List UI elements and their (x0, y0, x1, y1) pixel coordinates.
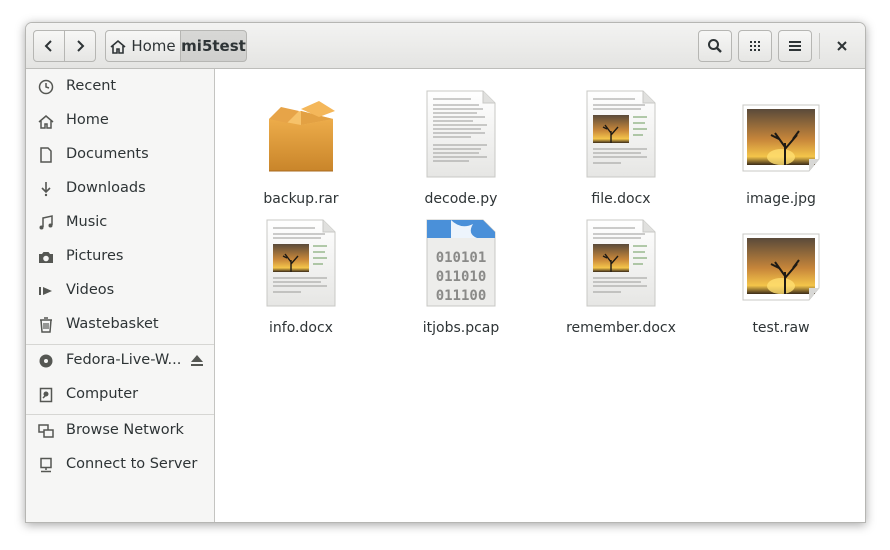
computer-icon (37, 387, 55, 403)
sidebar-item-music[interactable]: Music (26, 208, 214, 238)
file-item-info-docx[interactable]: info.docx (226, 210, 376, 336)
home-icon (37, 113, 55, 129)
sidebar-item-label: Browse Network (66, 422, 184, 438)
hamburger-icon (789, 41, 801, 51)
file-item-remember-docx[interactable]: remember.docx (546, 210, 696, 336)
sidebar-item-home[interactable]: Home (26, 106, 214, 136)
sidebar-item-documents[interactable]: Documents (26, 140, 214, 170)
document-image-icon (586, 90, 656, 178)
binary-line-2: 011010 (436, 269, 487, 285)
sidebar-item-label: Fedora-Live-W... (66, 352, 182, 368)
file-item-file-docx[interactable]: file.docx (546, 81, 696, 207)
file-name: backup.rar (263, 191, 339, 207)
close-button[interactable] (829, 30, 855, 62)
breadcrumb-home-label: Home (131, 37, 176, 55)
document-image-icon (586, 219, 656, 307)
chevron-right-icon (77, 40, 85, 52)
eject-icon[interactable] (190, 354, 204, 371)
search-button[interactable] (698, 30, 732, 62)
search-icon (708, 39, 722, 53)
image-icon (742, 233, 820, 301)
video-icon (37, 283, 55, 299)
sidebar-item-label: Pictures (66, 248, 124, 264)
file-item-test-raw[interactable]: test.raw (706, 210, 856, 336)
breadcrumb-current-label: mi5test (181, 37, 246, 55)
home-icon (110, 39, 126, 54)
sidebar-item-connect-to-server[interactable]: Connect to Server (26, 450, 214, 480)
sidebar-item-label: Downloads (66, 180, 146, 196)
sidebar-item-label: Documents (66, 146, 149, 162)
file-name: image.jpg (746, 191, 816, 207)
disc-icon (37, 353, 55, 369)
file-manager-window: Home mi5test Recent Home Documents Downl… (25, 22, 866, 523)
sidebar-item-fedora-live[interactable]: Fedora-Live-W... (26, 346, 214, 376)
breadcrumb-home[interactable]: Home (105, 30, 181, 62)
sidebar-item-label: Home (66, 112, 109, 128)
file-name: info.docx (269, 320, 333, 336)
chevron-left-icon (44, 40, 52, 52)
grid-icon (750, 41, 760, 51)
sidebar-item-pictures[interactable]: Pictures (26, 242, 214, 272)
download-icon (37, 181, 55, 197)
view-grid-button[interactable] (738, 30, 772, 62)
camera-icon (37, 249, 55, 265)
server-icon (37, 457, 55, 473)
file-item-itjobs-pcap[interactable]: 010101 011010 011100 itjobs.pcap (386, 210, 536, 336)
clock-icon (37, 79, 55, 95)
file-grid: backup.rar decode.py file.docx image.jpg… (216, 69, 865, 522)
breadcrumb-current[interactable]: mi5test (180, 30, 247, 62)
network-icon (37, 423, 55, 439)
file-item-backup-rar[interactable]: backup.rar (226, 81, 376, 207)
header-separator (819, 33, 820, 59)
file-name: file.docx (591, 191, 651, 207)
sidebar-item-label: Videos (66, 282, 115, 298)
binary-file-icon: 010101 011010 011100 (426, 219, 496, 307)
sidebar-item-wastebasket[interactable]: Wastebasket (26, 310, 214, 340)
binary-line-3: 011100 (436, 288, 487, 304)
sidebar-separator (26, 344, 214, 345)
menu-button[interactable] (778, 30, 812, 62)
sidebar-item-computer[interactable]: Computer (26, 380, 214, 410)
music-icon (37, 215, 55, 231)
sidebar-item-videos[interactable]: Videos (26, 276, 214, 306)
close-icon (837, 41, 847, 51)
sidebar-item-label: Music (66, 214, 108, 230)
sidebar-item-label: Connect to Server (66, 456, 198, 472)
binary-line-1: 010101 (436, 250, 487, 266)
sidebar-item-label: Recent (66, 78, 117, 94)
header-bar: Home mi5test (26, 23, 865, 69)
file-name: test.raw (752, 320, 810, 336)
sidebar-item-downloads[interactable]: Downloads (26, 174, 214, 204)
document-icon (37, 147, 55, 163)
sidebar: Recent Home Documents Downloads Music Pi… (26, 69, 215, 522)
sidebar-item-label: Computer (66, 386, 139, 402)
back-button[interactable] (33, 30, 65, 62)
file-name: itjobs.pcap (422, 320, 500, 336)
file-name: remember.docx (566, 320, 676, 336)
file-item-image-jpg[interactable]: image.jpg (706, 81, 856, 207)
forward-button[interactable] (64, 30, 96, 62)
image-icon (742, 104, 820, 172)
file-name: decode.py (424, 191, 498, 207)
text-file-icon (426, 90, 496, 178)
archive-icon (269, 101, 335, 172)
sidebar-item-label: Wastebasket (66, 316, 159, 332)
file-item-decode-py[interactable]: decode.py (386, 81, 536, 207)
document-image-icon (266, 219, 336, 307)
sidebar-item-browse-network[interactable]: Browse Network (26, 416, 214, 446)
sidebar-separator (26, 414, 214, 415)
trash-icon (37, 317, 55, 333)
sidebar-item-recent[interactable]: Recent (26, 72, 214, 102)
